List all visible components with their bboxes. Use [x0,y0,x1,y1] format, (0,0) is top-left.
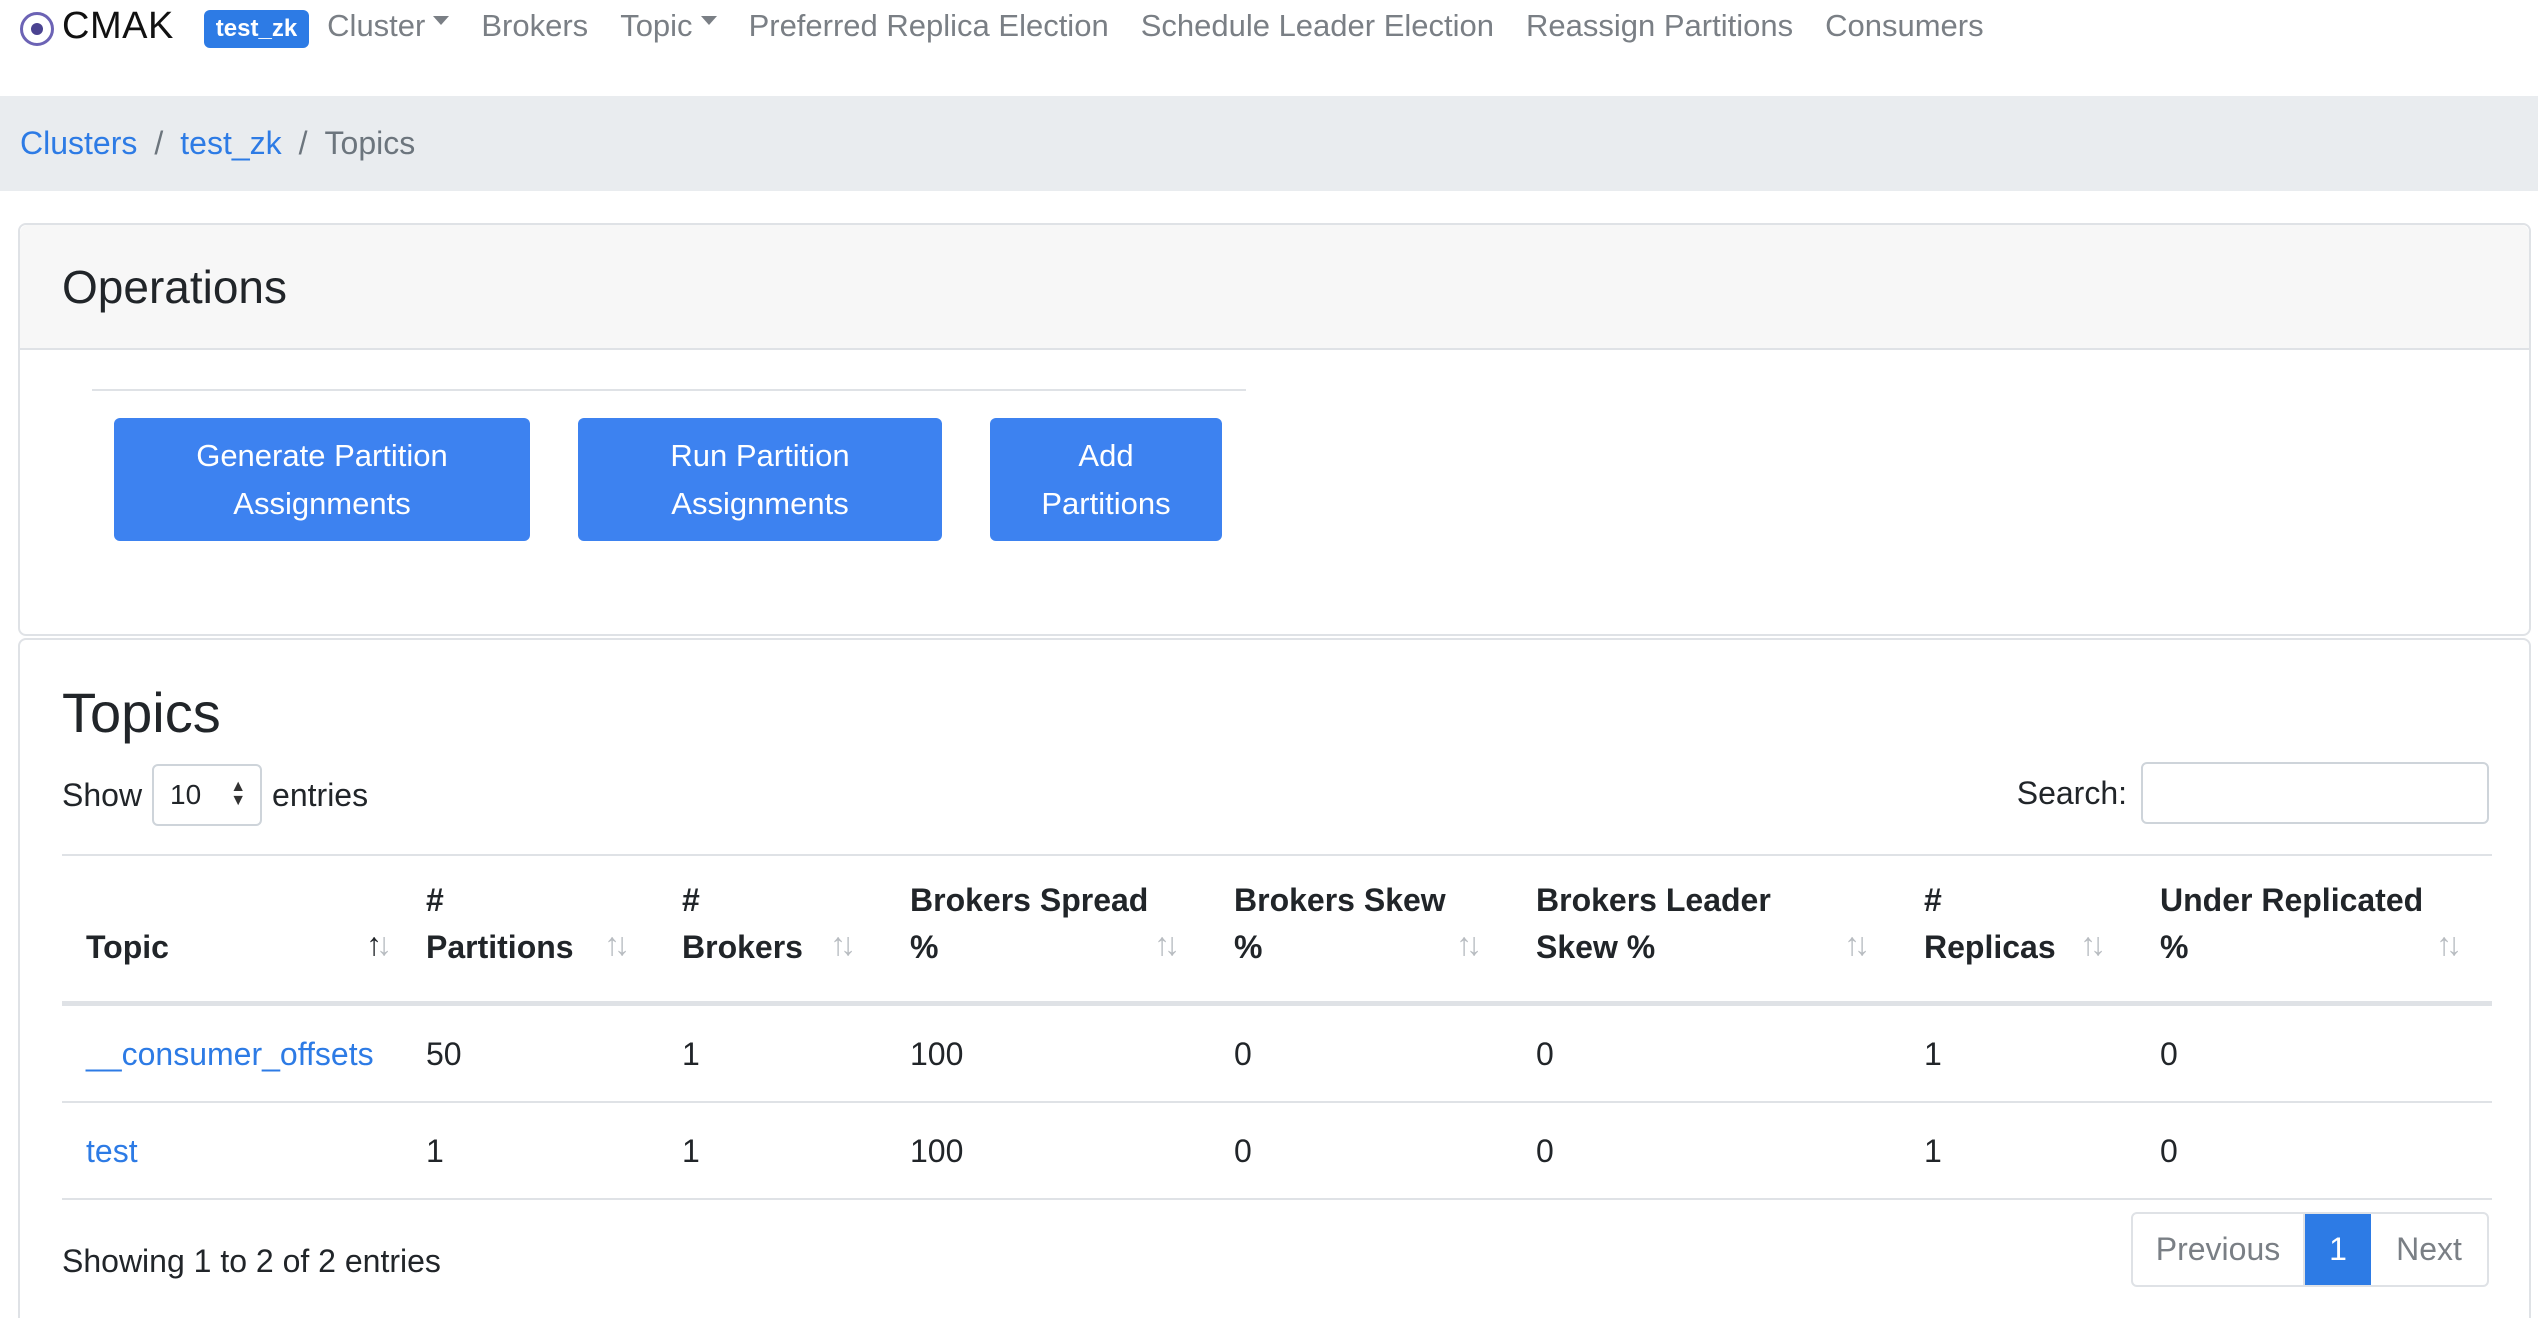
nav-schedule-leader-election[interactable]: Schedule Leader Election [1141,0,1494,52]
chevron-down-icon [700,15,717,25]
breadcrumb-separator: / [298,125,308,161]
nav-cluster-label: Cluster [327,8,426,43]
table-info: Showing 1 to 2 of 2 entries [62,1243,441,1279]
col-header-partitions[interactable]: # Partitions [426,877,574,971]
nav-reassign-partitions[interactable]: Reassign Partitions [1526,0,1793,52]
nav-cluster[interactable]: Cluster [327,0,450,52]
cell-brokers-spread: 100 [910,1036,964,1072]
col-header-brokers[interactable]: # Brokers [682,877,803,971]
col-header-brokers-skew[interactable]: Brokers Skew% [1234,877,1446,971]
operations-header: Operations [20,225,2529,350]
cmak-logo-icon [20,12,54,46]
entries-select[interactable]: 10 ▲ ▼ [152,764,263,826]
run-partition-assignments-button[interactable]: Run Partition Assignments [578,418,942,541]
navbar: CMAK test_zk Cluster Brokers Topic Prefe… [0,0,2538,96]
table-row: test 1 1 100 0 0 1 0 [62,1103,2492,1200]
operations-card: Operations Generate Partition Assignments… [18,223,2531,636]
sort-both-icon[interactable]: ↑↓ [1154,926,1180,963]
col-header-replicas[interactable]: # Replicas [1924,877,2056,971]
nav-brokers-label: Brokers [481,8,589,43]
cell-brokers: 1 [682,1036,700,1072]
cell-partitions: 1 [426,1133,444,1169]
pagination-page-1[interactable]: 1 [2305,1214,2371,1285]
button-label: Generate Partition Assignments [196,437,448,521]
nav-preferred-replica-election[interactable]: Preferred Replica Election [749,0,1109,52]
cell-partitions: 50 [426,1036,462,1072]
button-label: Run Partition Assignments [670,437,850,521]
topic-link[interactable]: test [86,1133,138,1170]
divider [92,389,1246,391]
pagination: Previous 1 Next [2131,1212,2489,1287]
topics-card: Topics Show 10 ▲ ▼ entries Search: Topic … [18,638,2531,1318]
entries-label: entries [272,776,369,813]
sort-both-icon[interactable]: ↑↓ [830,926,856,963]
cell-replicas: 1 [1924,1133,1942,1169]
entries-select-value: 10 [170,779,202,810]
sort-both-icon[interactable]: ↑↓ [1844,926,1870,963]
breadcrumb-separator: / [154,125,164,161]
button-label: Add Partitions [1041,437,1171,521]
chevron-down-icon [433,15,450,25]
table-row: __consumer_offsets 50 1 100 0 0 1 0 [62,1006,2492,1103]
nav-brokers[interactable]: Brokers [481,0,588,52]
add-partitions-button[interactable]: Add Partitions [990,418,1222,541]
sort-both-icon[interactable]: ↑↓ [604,926,630,963]
col-header-topic[interactable]: Topic [86,924,169,971]
sort-both-icon[interactable]: ↑↓ [2080,926,2106,963]
breadcrumb-clusters[interactable]: Clusters [20,125,137,162]
table-header: Topic ↑↓ # Partitions ↑↓ # Brokers ↑↓ Brok… [62,854,2492,1006]
brand[interactable]: CMAK [20,0,174,52]
nav-reassign-partitions-label: Reassign Partitions [1526,8,1794,43]
col-header-brokers-leader-skew[interactable]: Brokers Leader Skew % [1536,877,1771,971]
breadcrumb-cluster[interactable]: test_zk [180,125,281,162]
cell-brokers-leader-skew: 0 [1536,1036,1554,1072]
nav-consumers[interactable]: Consumers [1825,0,1984,52]
cluster-badge[interactable]: test_zk [203,10,310,48]
topics-table: Topic ↑↓ # Partitions ↑↓ # Brokers ↑↓ Brok… [62,854,2492,1200]
cell-brokers: 1 [682,1133,700,1169]
select-arrows-icon: ▲ ▼ [230,778,247,809]
cell-under-replicated: 0 [2160,1036,2178,1072]
col-header-under-replicated[interactable]: Under Replicated% [2160,877,2423,971]
nav-topic-label: Topic [620,8,693,43]
sort-asc-icon[interactable]: ↑↓ [366,926,392,963]
sort-both-icon[interactable]: ↑↓ [2436,926,2462,963]
cell-brokers-skew: 0 [1234,1036,1252,1072]
cell-brokers-skew: 0 [1234,1133,1252,1169]
cell-under-replicated: 0 [2160,1133,2178,1169]
pagination-previous[interactable]: Previous [2133,1214,2305,1285]
breadcrumb: Clusters / test_zk / Topics [0,96,2538,191]
search-control: Search: [2017,762,2489,824]
pagination-next[interactable]: Next [2371,1214,2487,1285]
brand-name: CMAK [62,4,174,47]
breadcrumb-current: Topics [324,125,416,161]
nav-preferred-replica-election-label: Preferred Replica Election [748,8,1109,43]
topic-link[interactable]: __consumer_offsets [86,1036,374,1073]
cell-brokers-spread: 100 [910,1133,964,1169]
nav-consumers-label: Consumers [1825,8,1984,43]
cell-replicas: 1 [1924,1036,1942,1072]
sort-both-icon[interactable]: ↑↓ [1456,926,1482,963]
col-header-brokers-spread[interactable]: Brokers Spread% [910,877,1148,971]
topics-title: Topics [62,681,221,744]
nav-schedule-leader-election-label: Schedule Leader Election [1140,8,1494,43]
operations-title: Operations [62,260,288,313]
generate-partition-assignments-button[interactable]: Generate Partition Assignments [114,418,530,541]
nav-topic[interactable]: Topic [620,0,717,52]
entries-length-control: Show 10 ▲ ▼ entries [62,764,368,826]
cell-brokers-leader-skew: 0 [1536,1133,1554,1169]
search-input[interactable] [2141,762,2489,824]
show-label: Show [62,776,143,813]
search-label: Search: [2016,774,2127,811]
